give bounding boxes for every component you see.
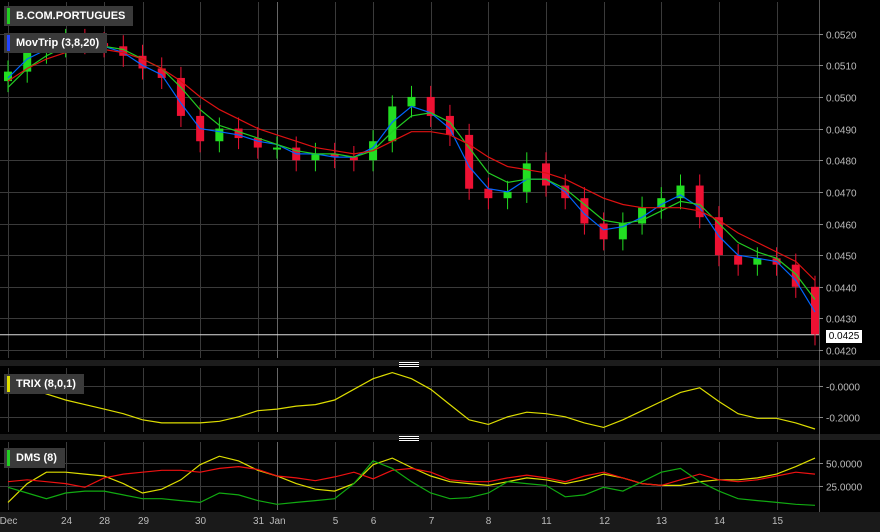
trix-color-marker — [7, 376, 10, 392]
y-tick-label: 25.0000 — [826, 483, 863, 494]
panel-resize-handle-dms[interactable] — [399, 436, 419, 442]
dms-label-text: DMS (8) — [16, 452, 57, 464]
panel-separator — [0, 360, 880, 366]
x-tick-label: 8 — [486, 516, 492, 527]
y-tick-label: 0.0420 — [826, 347, 857, 358]
candle-body — [542, 163, 550, 186]
dms-indicator-label[interactable]: DMS (8) — [4, 448, 65, 468]
trix-label-text: TRIX (8,0,1) — [16, 378, 76, 390]
x-tick-label: 24 — [61, 516, 73, 527]
trix-indicator-label[interactable]: TRIX (8,0,1) — [4, 374, 84, 394]
movtrip-indicator-label[interactable]: MovTrip (3,8,20) — [4, 33, 108, 53]
stock-chart[interactable]: 0.0520 0.0510 0.0500 0.0490 0.0480 0.0470 0.04… — [0, 0, 880, 532]
candle-body — [811, 286, 819, 335]
x-tick-label: 11 — [541, 516, 552, 527]
candle-body — [522, 163, 531, 192]
movtrip-color-marker — [7, 35, 10, 51]
candle-body — [503, 191, 512, 199]
candle-body — [388, 106, 397, 142]
ma-fast-line — [7, 42, 816, 313]
y-tick-label: 0.0480 — [826, 157, 857, 168]
x-tick-label: 30 — [195, 516, 207, 527]
grid-lines — [0, 0, 880, 532]
x-tick-label: 31 — [253, 516, 265, 527]
y-tick-label: 0.0450 — [826, 252, 857, 263]
dms-color-marker — [7, 450, 10, 466]
y-tick-label: 0.0490 — [826, 126, 857, 137]
panel-resize-handle-trix[interactable] — [399, 362, 419, 368]
ma-mid-line — [7, 42, 816, 300]
candle-body — [599, 223, 608, 240]
candle-body — [484, 188, 493, 199]
candle-body — [234, 128, 243, 139]
last-price-value: 0.0425 — [826, 330, 862, 343]
x-tick-label: 14 — [714, 516, 726, 527]
x-tick-label: 28 — [99, 516, 111, 527]
x-tick-label: 7 — [429, 516, 435, 527]
x-tick-label: 15 — [772, 516, 784, 527]
candle-body — [734, 255, 743, 265]
x-tick-label: 13 — [656, 516, 668, 527]
x-axis-band — [0, 512, 880, 532]
y-tick-label: -0.0000 — [826, 383, 860, 394]
trix-line — [7, 371, 816, 430]
price-panel-color-marker — [7, 8, 10, 24]
y-tick-label: -0.2000 — [826, 414, 860, 425]
y-tick-label: 0.0430 — [826, 315, 857, 326]
y-tick-label: 0.0460 — [826, 221, 857, 232]
y-tick-label: 0.0520 — [826, 31, 857, 42]
chart-marks — [4, 28, 819, 506]
y-tick-label: 0.0440 — [826, 284, 857, 295]
candle-body — [407, 96, 416, 107]
x-tick-label: 6 — [371, 516, 377, 527]
x-tick-label: 12 — [599, 516, 611, 527]
x-tick-label: Dec — [0, 516, 17, 527]
x-tick-label: 29 — [138, 516, 150, 527]
ma-slow-line — [7, 48, 816, 281]
dms-red-line — [7, 465, 816, 488]
x-tick-label: Jan — [269, 516, 285, 527]
candle-body — [215, 128, 224, 142]
candle-body — [791, 264, 800, 287]
price-panel-label[interactable]: B.COM.PORTUGUES — [4, 6, 134, 26]
x-tick-label: 5 — [333, 516, 339, 527]
y-tick-label: 0.0510 — [826, 62, 857, 73]
y-tick-label: 0.0500 — [826, 94, 857, 105]
y-tick-label: 50.0000 — [826, 460, 863, 471]
candle-body — [273, 147, 281, 150]
panel-separator — [0, 434, 880, 440]
y-tick-label: 0.0470 — [826, 189, 857, 200]
movtrip-label-text: MovTrip (3,8,20) — [16, 37, 100, 49]
price-panel-label-text: B.COM.PORTUGUES — [16, 10, 126, 22]
